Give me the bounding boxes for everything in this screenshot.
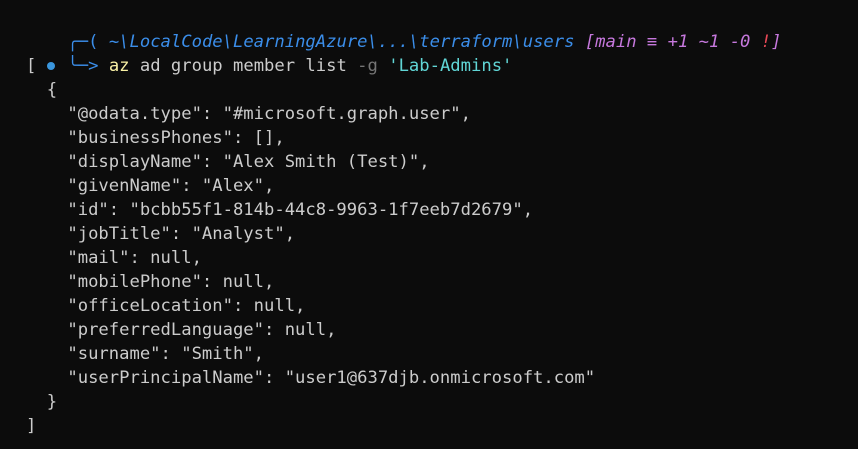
output-line: "surname": "Smith", bbox=[26, 344, 264, 364]
output-line: "officeLocation": null, bbox=[26, 296, 306, 316]
output-line: ] bbox=[26, 416, 37, 436]
output-line: [ bbox=[26, 56, 37, 76]
output-line: "mail": null, bbox=[26, 248, 202, 268]
output-line: "displayName": "Alex Smith (Test)", bbox=[26, 152, 430, 172]
terminal-window[interactable]: ╭─( ~\LocalCode\LearningAzure\...\terraf… bbox=[0, 0, 858, 449]
command-output[interactable]: [ { "@odata.type": "#microsoft.graph.use… bbox=[0, 54, 858, 438]
prompt-line-2[interactable]: ╰─> az ad group member list -g 'Lab-Admi… bbox=[0, 30, 858, 76]
output-line: "givenName": "Alex", bbox=[26, 176, 275, 196]
output-line: { bbox=[26, 80, 58, 100]
output-line: "preferredLanguage": null, bbox=[26, 320, 337, 340]
output-line: "id": "bcbb55f1-814b-44c8-9963-1f7eeb7d2… bbox=[26, 200, 534, 220]
output-line: "jobTitle": "Analyst", bbox=[26, 224, 296, 244]
output-line: "businessPhones": [], bbox=[26, 128, 285, 148]
prompt-line-1: ╭─( ~\LocalCode\LearningAzure\...\terraf… bbox=[0, 6, 858, 52]
output-line: "@odata.type": "#microsoft.graph.user", bbox=[26, 104, 471, 124]
output-line: "mobilePhone": null, bbox=[26, 272, 275, 292]
output-line: } bbox=[26, 392, 58, 412]
output-line: "userPrincipalName": "user1@637djb.onmic… bbox=[26, 368, 596, 388]
